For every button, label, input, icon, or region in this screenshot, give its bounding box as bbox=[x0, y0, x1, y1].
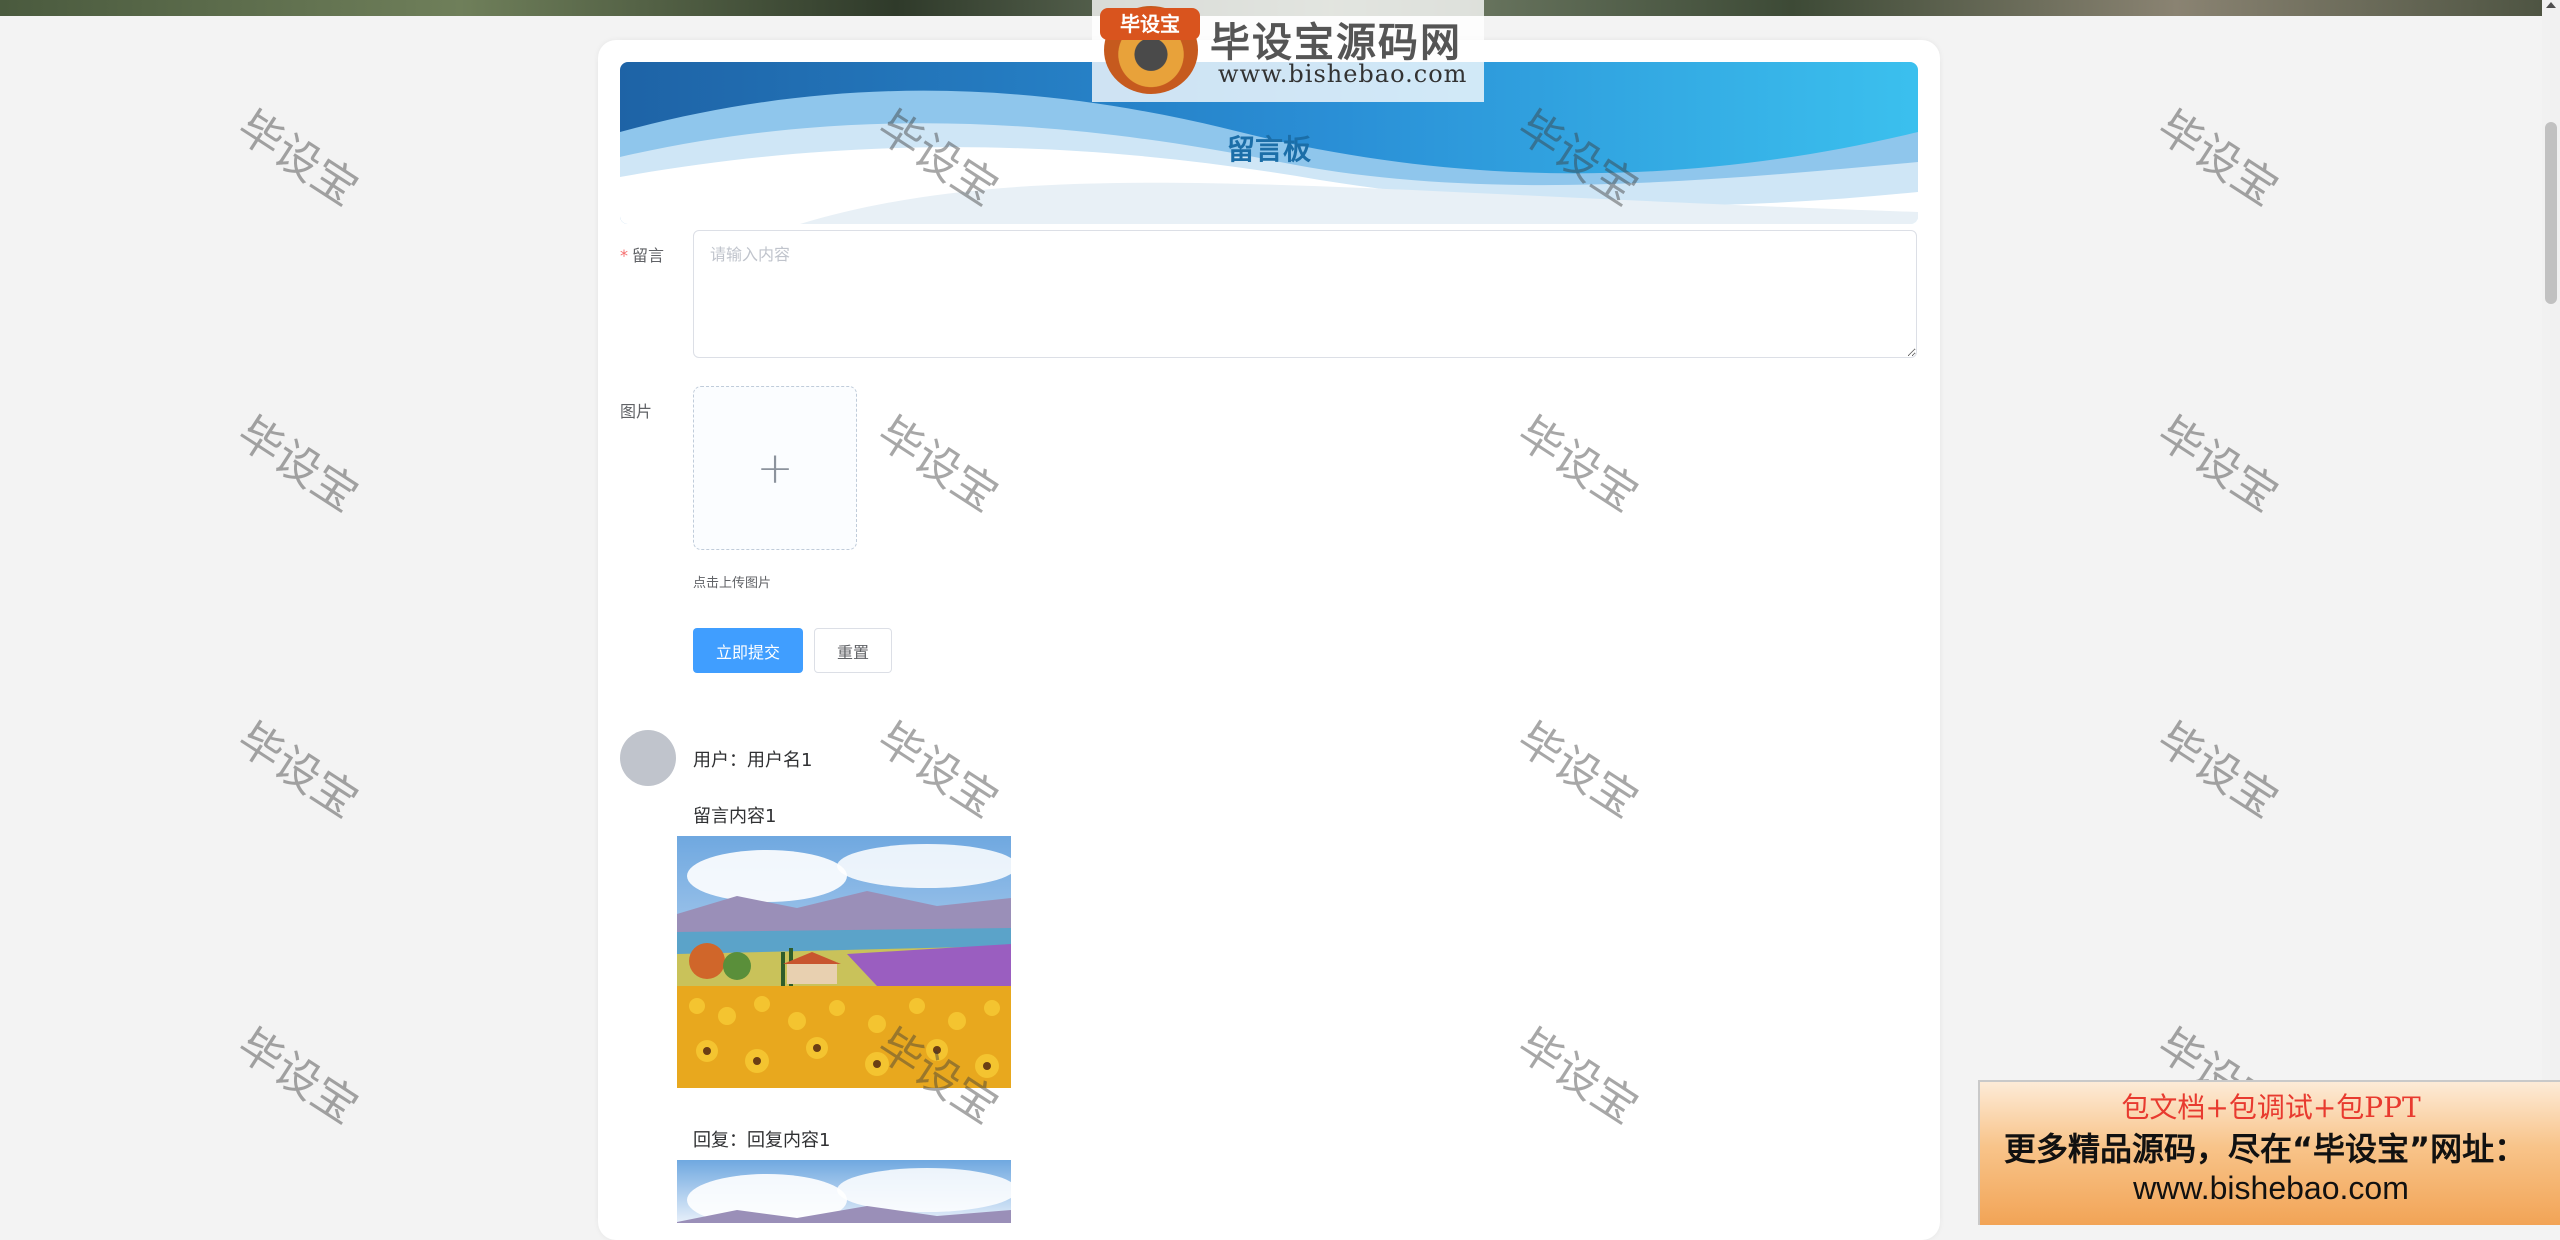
logo-badge: 毕设宝 bbox=[1100, 8, 1200, 40]
promo-url[interactable]: www.bishebao.com bbox=[1980, 1170, 2560, 1207]
reply-image bbox=[677, 1160, 1011, 1223]
message-label-text: 留言 bbox=[632, 246, 665, 265]
reset-button[interactable]: 重置 bbox=[814, 628, 892, 673]
message-image bbox=[677, 836, 1011, 1088]
scroll-up-arrow-icon[interactable] bbox=[2546, 2, 2556, 8]
watermark: 毕设宝 bbox=[228, 407, 367, 522]
submit-button[interactable]: 立即提交 bbox=[693, 628, 803, 673]
watermark: 毕设宝 bbox=[228, 1019, 367, 1134]
avatar bbox=[620, 730, 676, 786]
promo-line-2: 更多精品源码，尽在“毕设宝”网址： bbox=[2004, 1130, 2527, 1168]
message-input[interactable] bbox=[693, 230, 1917, 358]
watermark: 毕设宝 bbox=[228, 713, 367, 828]
message-reply: 回复：回复内容1 bbox=[693, 1130, 831, 1151]
watermark: 毕设宝 bbox=[2148, 407, 2287, 522]
image-upload-box[interactable]: + bbox=[693, 386, 857, 550]
required-star: * bbox=[620, 246, 628, 265]
logo-url: www.bishebao.com bbox=[1218, 60, 1468, 88]
promo-banner[interactable]: 包文档+包调试+包PPT 更多精品源码，尽在“毕设宝”网址： www.bishe… bbox=[1978, 1080, 2560, 1225]
image-label: 图片 bbox=[620, 402, 653, 421]
message-user: 用户：用户名1 bbox=[693, 750, 813, 771]
scrollbar-thumb[interactable] bbox=[2545, 122, 2557, 304]
watermark: 毕设宝 bbox=[228, 101, 367, 216]
plus-icon: + bbox=[756, 442, 794, 494]
promo-line-1: 包文档+包调试+包PPT bbox=[2121, 1091, 2421, 1124]
page-scrollbar[interactable] bbox=[2542, 0, 2560, 1223]
board-title: 留言板 bbox=[1226, 133, 1311, 166]
upload-tip: 点击上传图片 bbox=[693, 576, 772, 591]
watermark: 毕设宝 bbox=[2148, 713, 2287, 828]
message-label: * 留言 bbox=[620, 242, 664, 266]
site-logo[interactable]: 毕设宝 毕设宝源码网 www.bishebao.com bbox=[1092, 0, 1484, 102]
message-content: 留言内容1 bbox=[693, 806, 777, 827]
watermark: 毕设宝 bbox=[2148, 101, 2287, 216]
